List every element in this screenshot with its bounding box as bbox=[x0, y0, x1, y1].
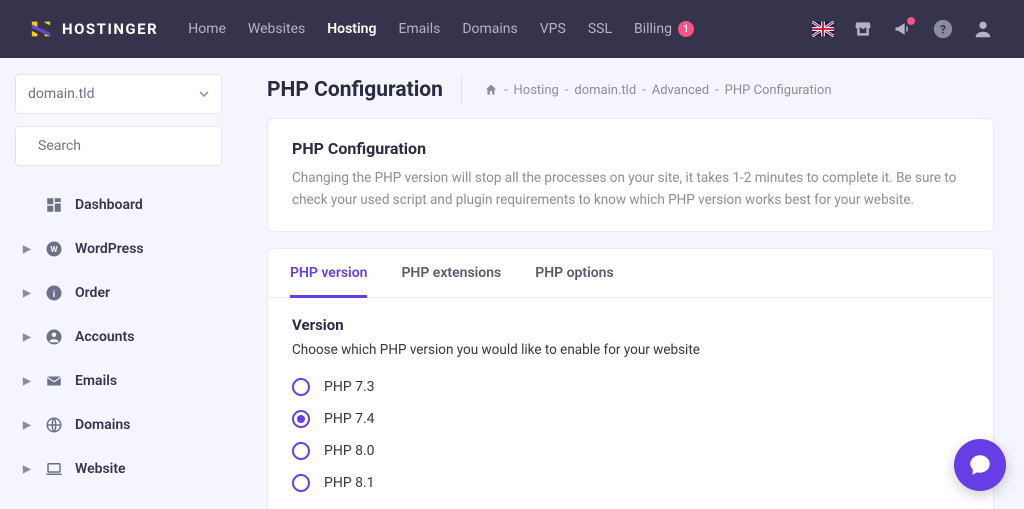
nav-domains[interactable]: Domains bbox=[462, 21, 517, 37]
radio-icon bbox=[292, 442, 310, 460]
topnav: Home Websites Hosting Emails Domains VPS… bbox=[188, 21, 694, 37]
info-icon: i bbox=[45, 284, 63, 302]
domain-value: domain.tld bbox=[28, 86, 94, 102]
breadcrumb: -Hosting -domain.tld -Advanced -PHP Conf… bbox=[484, 83, 832, 98]
chat-icon bbox=[967, 452, 993, 478]
topbar-right: ? bbox=[812, 18, 994, 40]
nav-ssl[interactable]: SSL bbox=[588, 21, 612, 37]
sidebar-item-wordpress[interactable]: ▶ W WordPress bbox=[15, 228, 222, 270]
locale-flag-icon[interactable] bbox=[812, 18, 834, 40]
main-content: PHP Configuration -Hosting -domain.tld -… bbox=[237, 58, 1024, 509]
radio-icon bbox=[292, 378, 310, 396]
svg-text:i: i bbox=[53, 290, 55, 300]
chat-fab[interactable] bbox=[954, 439, 1006, 491]
caret-icon: ▶ bbox=[23, 244, 33, 255]
store-icon[interactable] bbox=[852, 18, 874, 40]
nav-billing[interactable]: Billing 1 bbox=[634, 21, 694, 37]
sidebar-item-emails[interactable]: ▶ Emails bbox=[15, 360, 222, 402]
domain-selector[interactable]: domain.tld bbox=[15, 74, 222, 114]
info-card-desc: Changing the PHP version will stop all t… bbox=[292, 168, 969, 211]
sidebar-item-accounts[interactable]: ▶ Accounts bbox=[15, 316, 222, 358]
sidebar-item-order[interactable]: ▶ i Order bbox=[15, 272, 222, 314]
help-icon[interactable]: ? bbox=[932, 18, 954, 40]
billing-badge: 1 bbox=[678, 21, 694, 37]
tab-php-extensions[interactable]: PHP extensions bbox=[401, 249, 501, 297]
wordpress-icon: W bbox=[45, 240, 63, 258]
nav-home[interactable]: Home bbox=[188, 21, 226, 37]
brand-text: HOSTINGER bbox=[62, 20, 158, 38]
config-card: PHP version PHP extensions PHP options V… bbox=[267, 248, 994, 509]
version-title: Version bbox=[292, 316, 969, 334]
nav-websites[interactable]: Websites bbox=[248, 21, 305, 37]
search-box[interactable] bbox=[15, 126, 222, 166]
php-version-option[interactable]: PHP 8.0 bbox=[292, 442, 969, 460]
sidebar: domain.tld Dashboard ▶ W WordPress ▶ i O… bbox=[0, 58, 237, 509]
caret-icon: ▶ bbox=[23, 288, 33, 299]
account-icon[interactable] bbox=[972, 18, 994, 40]
caret-icon: ▶ bbox=[23, 420, 33, 431]
mail-icon bbox=[45, 372, 63, 390]
info-card: PHP Configuration Changing the PHP versi… bbox=[267, 118, 994, 232]
php-version-option[interactable]: PHP 8.1 bbox=[292, 474, 969, 492]
sidebar-item-domains[interactable]: ▶ Domains bbox=[15, 404, 222, 446]
dashboard-icon bbox=[45, 196, 63, 214]
tab-php-options[interactable]: PHP options bbox=[535, 249, 613, 297]
caret-icon: ▶ bbox=[23, 376, 33, 387]
home-icon[interactable] bbox=[484, 83, 498, 97]
php-version-option[interactable]: PHP 7.4 bbox=[292, 410, 969, 428]
caret-icon: ▶ bbox=[23, 464, 33, 475]
svg-text:W: W bbox=[50, 245, 58, 255]
radio-icon bbox=[292, 474, 310, 492]
nav-vps[interactable]: VPS bbox=[540, 21, 566, 37]
svg-text:?: ? bbox=[940, 23, 946, 37]
announcements-icon[interactable] bbox=[892, 18, 914, 40]
globe-icon bbox=[45, 416, 63, 434]
notification-dot bbox=[907, 17, 915, 25]
sidebar-item-dashboard[interactable]: Dashboard bbox=[15, 184, 222, 226]
radio-icon bbox=[292, 410, 310, 428]
caret-icon: ▶ bbox=[23, 332, 33, 343]
php-version-option[interactable]: PHP 7.3 bbox=[292, 378, 969, 396]
chevron-down-icon bbox=[199, 89, 209, 99]
sidebar-item-website[interactable]: ▶ Website bbox=[15, 448, 222, 490]
laptop-icon bbox=[45, 460, 63, 478]
tab-php-version[interactable]: PHP version bbox=[290, 249, 367, 297]
logo[interactable]: HOSTINGER bbox=[30, 18, 158, 40]
page-title: PHP Configuration bbox=[267, 78, 443, 102]
nav-emails[interactable]: Emails bbox=[398, 21, 440, 37]
user-icon bbox=[45, 328, 63, 346]
search-input[interactable] bbox=[38, 138, 216, 154]
tabs: PHP version PHP extensions PHP options bbox=[268, 249, 993, 298]
logo-icon bbox=[30, 18, 52, 40]
info-card-title: PHP Configuration bbox=[292, 139, 969, 158]
topbar: HOSTINGER Home Websites Hosting Emails D… bbox=[0, 0, 1024, 58]
nav-hosting[interactable]: Hosting bbox=[327, 21, 376, 37]
version-desc: Choose which PHP version you would like … bbox=[292, 342, 969, 358]
php-version-list: PHP 7.3 PHP 7.4 PHP 8.0 PHP 8.1 bbox=[292, 378, 969, 492]
